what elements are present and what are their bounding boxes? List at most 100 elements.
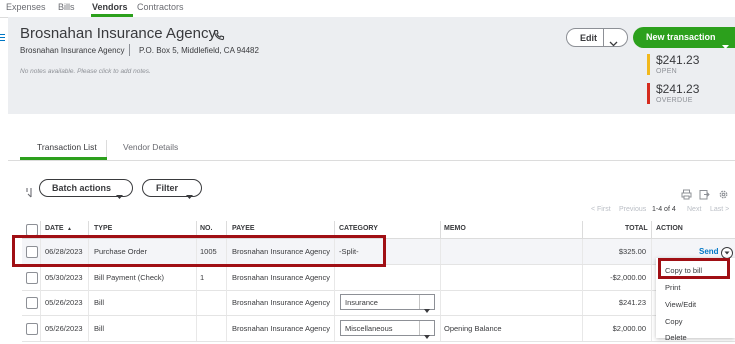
divider	[88, 316, 89, 341]
divider	[40, 265, 41, 290]
vendor-company: Brosnahan Insurance Agency	[20, 46, 125, 55]
divider	[582, 221, 583, 238]
row-payee: Brosnahan Insurance Agency	[232, 324, 330, 333]
filter-button[interactable]: Filter	[142, 179, 202, 199]
sort-arrow-icon[interactable]	[25, 186, 35, 204]
caret-down-icon	[424, 326, 430, 344]
tab-vendors[interactable]: Vendors	[92, 2, 128, 12]
row-date: 05/26/2023	[45, 324, 83, 333]
pager-next[interactable]: Next	[687, 206, 701, 213]
vendor-notes[interactable]: No notes available. Please click to add …	[20, 68, 151, 75]
row-memo: Opening Balance	[444, 324, 502, 333]
category-select[interactable]: Miscellaneous	[340, 320, 435, 339]
divider	[440, 265, 441, 290]
category-select[interactable]: Insurance	[340, 294, 435, 313]
send-link[interactable]: Send	[699, 247, 719, 256]
menu-item-print[interactable]: Print	[665, 283, 680, 292]
new-transaction-label: New transaction	[646, 32, 716, 42]
chevron-down-icon[interactable]	[609, 34, 618, 52]
tab-bills[interactable]: Bills	[58, 2, 75, 12]
menu-item-copy[interactable]: Copy	[665, 317, 683, 326]
print-icon[interactable]	[681, 187, 692, 205]
category-select-value: Miscellaneous	[345, 324, 393, 333]
pager-previous[interactable]: Previous	[619, 206, 646, 213]
divider	[196, 265, 197, 290]
column-header-memo[interactable]: MEMO	[444, 225, 466, 232]
overdue-caption: OVERDUE	[656, 97, 693, 104]
divider	[419, 295, 420, 309]
divider	[88, 265, 89, 290]
vendor-name: Brosnahan Insurance Agency	[20, 25, 216, 42]
divider	[440, 221, 441, 238]
divider	[88, 290, 89, 315]
divider	[226, 316, 227, 341]
row-no: 1	[200, 273, 205, 282]
column-header-category[interactable]: CATEGORY	[339, 225, 378, 232]
column-header-action: ACTION	[656, 225, 683, 232]
divider	[651, 239, 652, 264]
open-caption: OPEN	[656, 68, 678, 75]
tab-transaction-list[interactable]: Transaction List	[37, 142, 97, 152]
phone-icon[interactable]	[213, 28, 225, 41]
batch-actions-label: Batch actions	[52, 182, 112, 193]
table-row[interactable]: 05/30/2023 Bill Payment (Check) 1 Brosna…	[22, 265, 735, 291]
caret-down-icon	[722, 36, 729, 54]
pager-last[interactable]: Last >	[710, 206, 729, 213]
divider	[582, 265, 583, 290]
row-total: -$2,000.00	[610, 273, 646, 282]
row-checkbox[interactable]	[26, 272, 38, 284]
overdue-amount: $241.23	[656, 82, 700, 96]
divider	[582, 239, 583, 264]
divider	[651, 221, 652, 238]
column-header-total[interactable]: TOTAL	[625, 225, 648, 232]
divider	[582, 290, 583, 315]
tab-vendor-details[interactable]: Vendor Details	[123, 142, 178, 152]
column-header-date[interactable]: DATE	[45, 225, 64, 232]
row-date: 05/26/2023	[45, 298, 83, 307]
table-row[interactable]: 05/26/2023 Bill Brosnahan Insurance Agen…	[22, 290, 735, 316]
gear-icon[interactable]	[718, 187, 729, 205]
pager-range: 1-4 of 4	[652, 206, 676, 213]
batch-actions-button[interactable]: Batch actions	[39, 179, 133, 199]
divider	[651, 290, 652, 315]
divider	[651, 316, 652, 341]
column-header-no[interactable]: NO.	[200, 225, 212, 232]
edit-button-label: Edit	[580, 33, 597, 43]
overdue-indicator	[647, 83, 650, 104]
tab-contractors[interactable]: Contractors	[137, 2, 184, 12]
divider	[419, 321, 420, 335]
divider	[334, 316, 335, 341]
sidebar-toggle-icon[interactable]	[0, 34, 5, 44]
row-total: $2,000.00	[612, 324, 646, 333]
column-header-payee[interactable]: PAYEE	[232, 225, 255, 232]
divider	[651, 265, 652, 290]
row-checkbox[interactable]	[26, 323, 38, 335]
divider	[8, 160, 735, 161]
divider	[440, 239, 441, 264]
edit-button[interactable]: Edit	[566, 28, 628, 47]
column-header-type[interactable]: TYPE	[94, 225, 112, 232]
divider	[440, 316, 441, 341]
divider	[440, 290, 441, 315]
row-type: Bill	[94, 298, 105, 307]
sort-ascending-icon[interactable]: ▲	[67, 226, 72, 232]
divider	[334, 290, 335, 315]
menu-item-view-edit[interactable]: View/Edit	[665, 300, 696, 309]
row-payee: Brosnahan Insurance Agency	[232, 298, 330, 307]
divider	[196, 316, 197, 341]
row-total: $325.00	[618, 247, 646, 256]
tab-expenses[interactable]: Expenses	[6, 2, 46, 12]
category-select-value: Insurance	[345, 298, 378, 307]
export-icon[interactable]	[699, 187, 710, 205]
vendor-address: P.O. Box 5, Middlefield, CA 94482	[139, 46, 259, 55]
row-checkbox[interactable]	[26, 297, 38, 309]
vendor-header: Brosnahan Insurance Agency Brosnahan Ins…	[8, 17, 735, 114]
new-transaction-button[interactable]: New transaction	[633, 27, 735, 49]
open-indicator	[647, 54, 650, 75]
pager-first[interactable]: < First	[591, 206, 611, 213]
table-row[interactable]: 05/26/2023 Bill Brosnahan Insurance Agen…	[22, 316, 735, 342]
caret-down-icon	[186, 186, 193, 204]
divider	[129, 44, 130, 56]
divider	[106, 140, 107, 158]
row-payee: Brosnahan Insurance Agency	[232, 273, 330, 282]
